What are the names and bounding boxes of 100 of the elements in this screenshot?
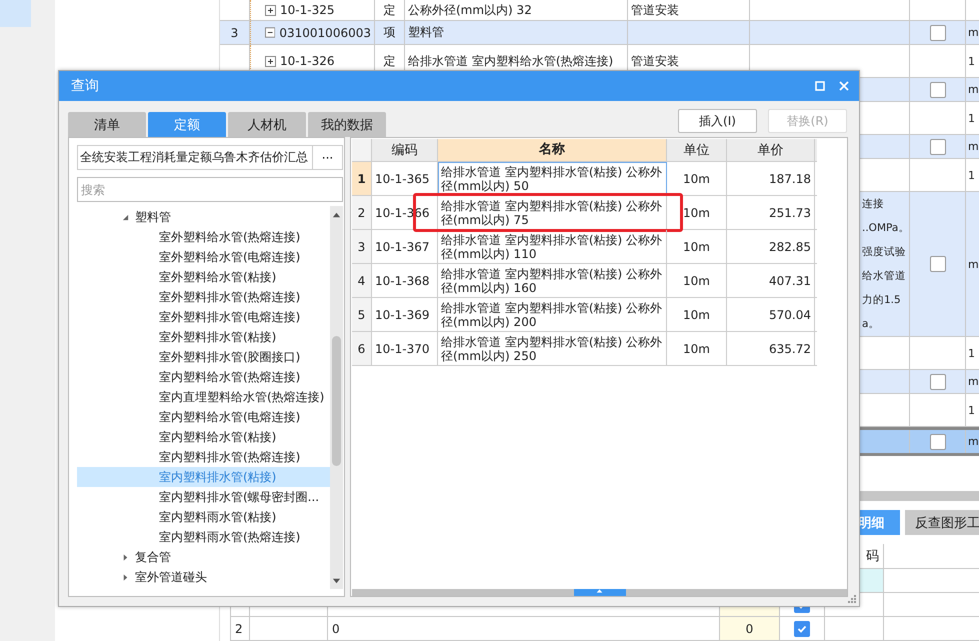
checkbox[interactable] (930, 434, 946, 450)
table-cell: 407.31 (769, 274, 811, 288)
item-code: 031001006003 (279, 26, 371, 40)
tree-item[interactable]: 室内塑料给水管(热熔连接) (77, 367, 330, 387)
note-line: 力的1.5 (862, 293, 902, 308)
table-row[interactable]: 3 031001006003 项 塑料管 m (220, 21, 979, 45)
table-cell: 10-1-370 (375, 342, 430, 356)
scroll-down-icon[interactable] (332, 578, 341, 584)
note-line: 强度试验 (862, 245, 907, 260)
item-type: 项 (384, 24, 396, 41)
tree-item[interactable]: 室内塑料给水管(电熔连接) (77, 407, 330, 427)
scrollbar-thumb[interactable] (332, 336, 341, 466)
table-cell: 282.85 (769, 240, 811, 254)
item-name: 公称外径(mm以内) 32 (408, 2, 532, 18)
scrollbar[interactable] (330, 206, 343, 589)
table-cell: 10m (683, 206, 710, 220)
checkbox[interactable] (930, 138, 946, 154)
unit-text: m (968, 375, 979, 388)
unit-text: 1 (968, 168, 975, 182)
tree-item[interactable]: 室内塑料排水管(热熔连接) (77, 447, 330, 467)
tree-item[interactable]: 复合管 (77, 547, 330, 567)
table-cell: 0 (720, 617, 780, 640)
checkbox[interactable] (794, 620, 810, 636)
collapsed-arrow-icon[interactable] (122, 574, 129, 580)
expanded-arrow-icon[interactable] (122, 214, 129, 220)
tree-item[interactable]: 室外塑料排水管(粘接) (77, 327, 330, 347)
checkbox[interactable] (930, 256, 946, 272)
unit-text: 1 (968, 404, 975, 416)
tree-item[interactable]: 室外塑料排水管(胶圈接口) (77, 347, 330, 367)
unit-text: 1 (968, 112, 975, 124)
column-header[interactable]: 单位 (667, 139, 727, 161)
scrollbar[interactable] (352, 589, 847, 596)
tree-item[interactable]: 室外塑料给水管(热熔连接) (77, 227, 330, 247)
note-line: a。 (862, 317, 880, 332)
table-cell: 给排水管道 室内塑料排水管(粘接) 公称外径(mm以内) 250 (441, 334, 663, 362)
close-icon[interactable] (839, 81, 849, 91)
table-cell: 10-1-369 (375, 308, 430, 322)
tree-item[interactable]: 室外塑料排水管(电熔连接) (77, 307, 330, 327)
tab[interactable]: 反查图形工 (905, 510, 979, 535)
table-cell: 10m (683, 274, 710, 288)
table-cell: 251.73 (769, 206, 811, 220)
tab[interactable]: 人材机 (228, 112, 306, 137)
row-number: 5 (352, 298, 372, 331)
expand-icon[interactable] (265, 56, 276, 66)
table-cell: 0 (332, 622, 340, 636)
table-cell: 给排水管道 室内塑料排水管(粘接) 公称外径(mm以内) 50 (441, 164, 663, 192)
maximize-icon[interactable] (815, 81, 825, 91)
note-line: ..OMPa。 (862, 221, 908, 236)
tree-item[interactable]: 室内直埋塑料给水管(热熔连接) (77, 387, 330, 407)
tree-item[interactable]: 室外塑料排水管(热熔连接) (77, 287, 330, 307)
scroll-up-icon[interactable] (596, 589, 603, 593)
action-button[interactable]: 插入(I) (678, 109, 757, 133)
table-cell: 187.18 (769, 172, 811, 186)
tree-item[interactable]: 室外管道碰头 (77, 567, 330, 587)
tree-item[interactable]: 室内塑料雨水管(热熔连接) (77, 527, 330, 547)
table-cell: 570.04 (769, 308, 811, 322)
scroll-up-icon[interactable] (332, 212, 341, 218)
collapse-icon[interactable] (265, 27, 276, 38)
row-number: 3 (230, 26, 238, 40)
table-cell: 10m (683, 172, 710, 186)
checkbox[interactable] (930, 24, 946, 40)
nav-highlight (0, 0, 31, 27)
unit-text: 1 (968, 54, 975, 68)
unit-text: 1 (968, 346, 975, 360)
row-number: 4 (352, 264, 372, 297)
column-header[interactable]: 单价 (727, 139, 815, 161)
library-field[interactable]: 全统安装工程消耗量定额乌鲁木齐估价汇总 ··· (77, 145, 343, 170)
row-number: 2 (352, 196, 372, 229)
unit-text: m (968, 26, 979, 39)
unit-text: m (968, 83, 979, 96)
table-cell: 10-1-365 (375, 172, 430, 186)
unit-text: m (968, 140, 979, 153)
collapsed-arrow-icon[interactable] (122, 554, 129, 560)
tree-item[interactable]: 室外塑料给水管(电熔连接) (77, 247, 330, 267)
column-header: 码 (866, 548, 879, 565)
tree-item[interactable]: 塑料管 (77, 207, 330, 227)
row-number: 1 (352, 162, 372, 195)
note-line: 给水管道 (862, 269, 907, 284)
table-cell: 给排水管道 室内塑料排水管(粘接) 公称外径(mm以内) 75 (441, 198, 663, 226)
item-type: 定 (384, 52, 396, 70)
note-line: 连接 (862, 197, 885, 212)
item-code: 10-1-326 (280, 54, 334, 68)
tree-item[interactable]: 室内塑料排水管(螺母密封圈... (77, 487, 330, 507)
tree-item[interactable]: 室外塑料给水管(粘接) (77, 267, 330, 287)
tree-item[interactable]: 室内塑料给水管(粘接) (77, 427, 330, 447)
item-name: 塑料管 (408, 24, 444, 41)
row-number: 2 (235, 622, 243, 636)
column-header[interactable]: 名称 (438, 139, 667, 161)
table-cell: 10m (683, 240, 710, 254)
table-cell: 给排水管道 室内塑料排水管(粘接) 公称外径(mm以内) 160 (441, 266, 663, 294)
tab[interactable]: 我的数据 (308, 112, 386, 137)
checkbox[interactable] (930, 82, 946, 98)
resize-grip-icon[interactable] (848, 595, 856, 603)
tree-item[interactable]: 室内塑料雨水管(粘接) (77, 507, 330, 527)
search-field[interactable]: 搜索 (77, 177, 343, 202)
table-cell: 10-1-368 (375, 274, 430, 288)
window-title: 查询 (71, 77, 99, 95)
expand-icon[interactable] (265, 4, 276, 16)
checkbox[interactable] (930, 374, 946, 390)
tab[interactable]: 清单 (68, 112, 146, 137)
